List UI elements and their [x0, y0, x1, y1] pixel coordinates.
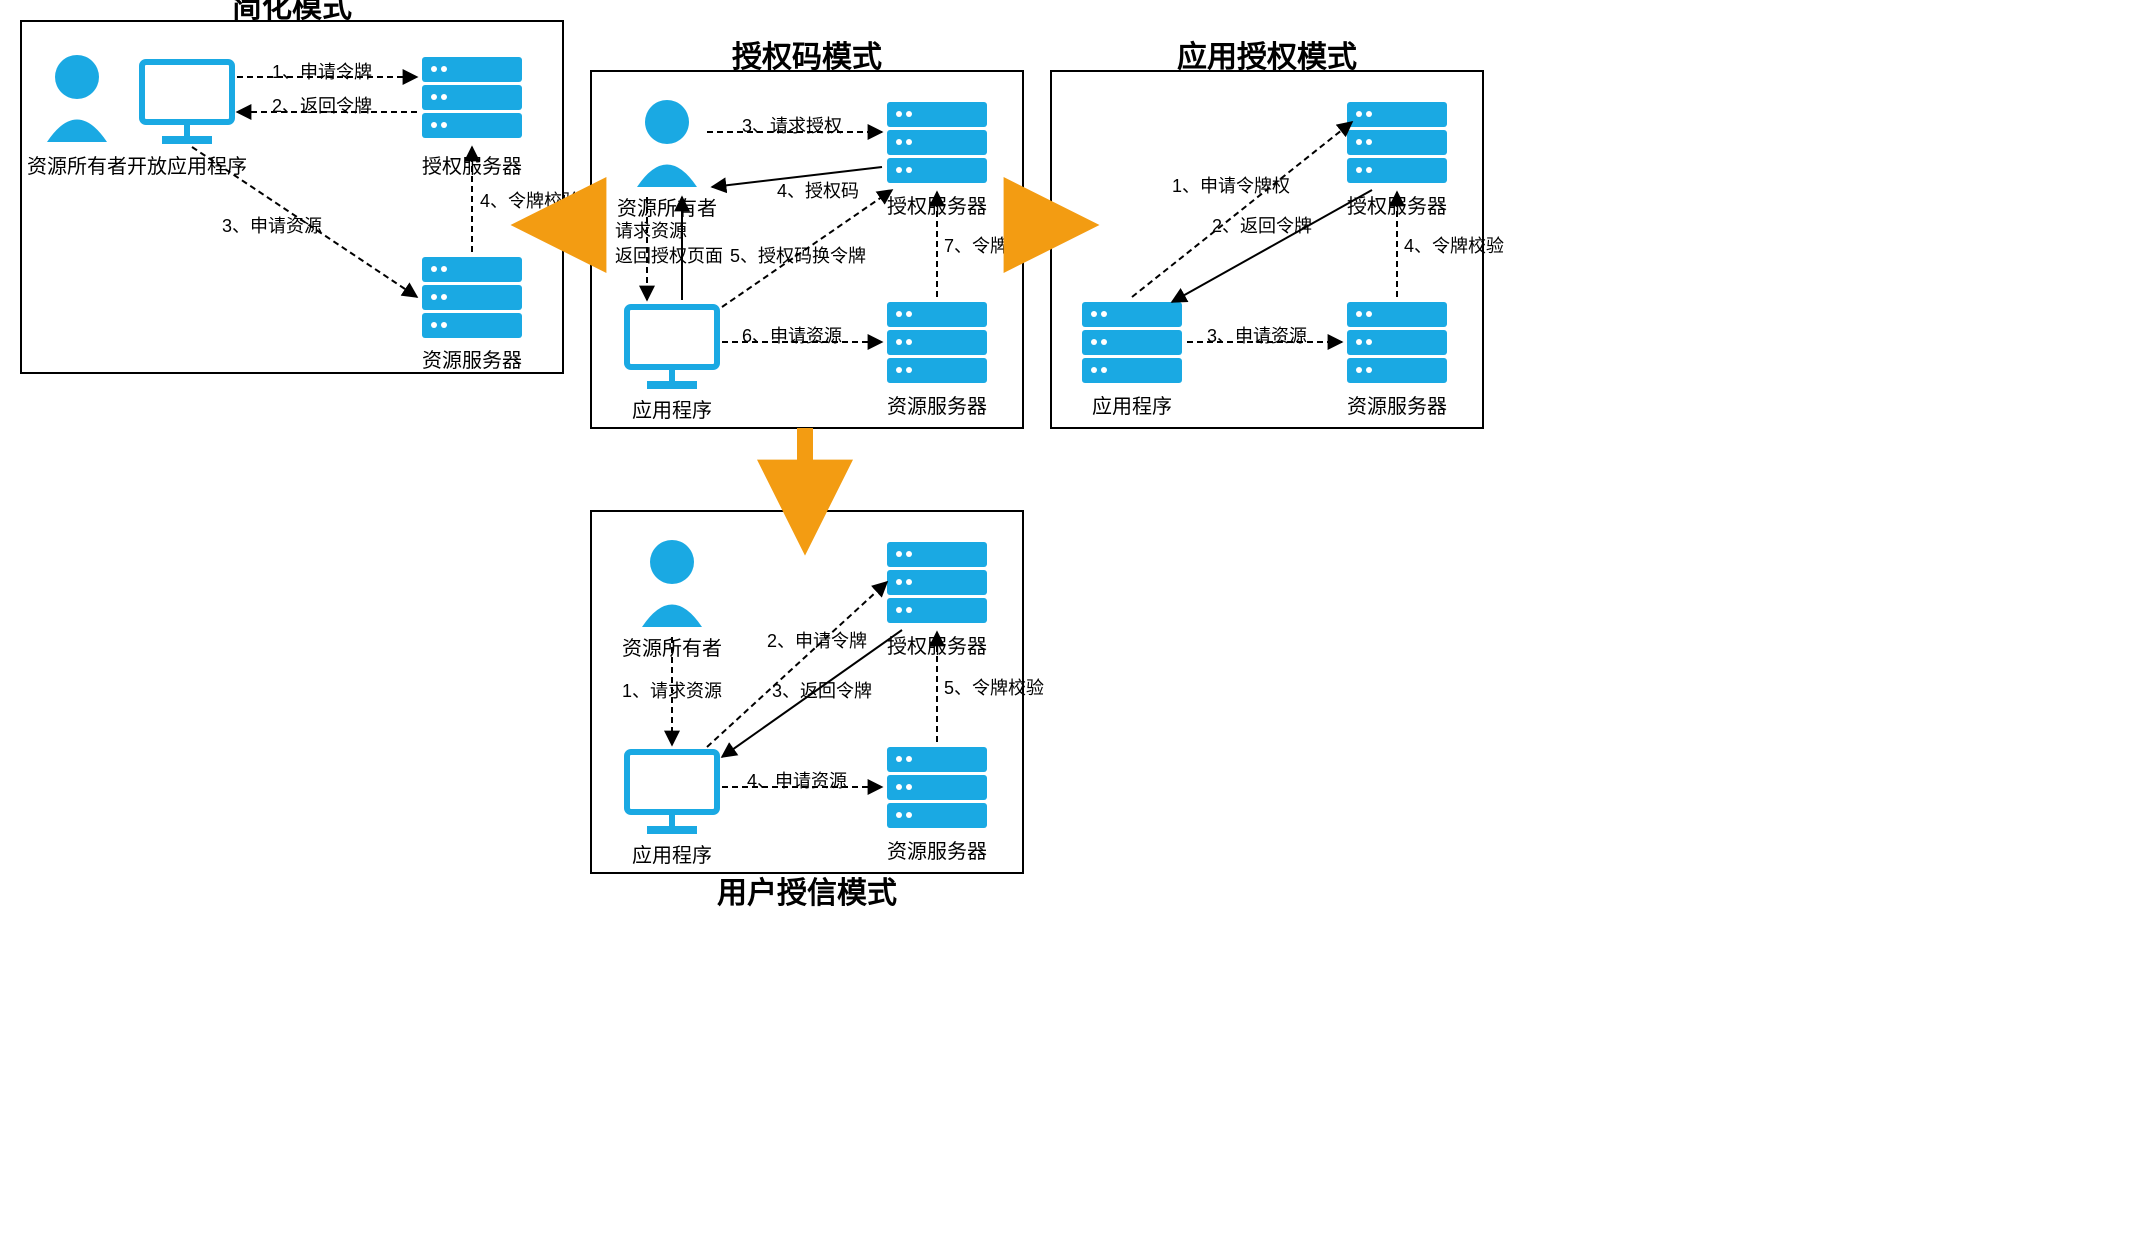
person-icon	[637, 100, 697, 187]
flow-a3: 3、请求授权	[742, 112, 842, 138]
panel-title-usercred: 用户授信模式	[592, 868, 1022, 912]
monitor-icon	[627, 752, 717, 830]
label-resource-owner: 资源所有者	[27, 150, 127, 179]
label-auth-server: 授权服务器	[887, 190, 987, 219]
flow-u5: 5、令牌校验	[944, 674, 1044, 700]
label-res-server: 资源服务器	[422, 344, 522, 373]
server-icon	[887, 302, 987, 383]
server-icon	[1082, 302, 1182, 383]
flow-u3: 3、返回令牌	[772, 677, 872, 703]
label-res-server: 资源服务器	[887, 835, 987, 864]
server-icon	[887, 102, 987, 183]
flow-a7: 7、令牌校验	[944, 232, 1044, 258]
panel-simplified: 简化模式	[20, 20, 564, 374]
label-app: 应用程序	[627, 839, 717, 868]
server-icon	[887, 747, 987, 828]
server-icon	[1347, 302, 1447, 383]
flow-u4: 4、申请资源	[747, 767, 847, 793]
person-icon	[642, 540, 702, 627]
label-auth-server: 授权服务器	[887, 630, 987, 659]
flow-a1: 1、请求资源	[587, 217, 687, 243]
flow-a5: 5、授权码换令牌	[730, 242, 866, 268]
flow-p2: 2、返回令牌	[1212, 212, 1312, 238]
flow-a4: 4、授权码	[777, 177, 859, 203]
server-icon	[422, 57, 522, 138]
panel-appauth: 应用授权模式	[1050, 70, 1484, 429]
flow-u1: 1、请求资源	[622, 677, 722, 703]
server-icon	[422, 257, 522, 338]
panel-usercred: 用户授信模式	[590, 510, 1024, 874]
flow-s3: 3、申请资源	[222, 212, 322, 238]
flow-p3: 3、申请资源	[1207, 322, 1307, 348]
flow-s4: 4、令牌校验	[480, 187, 580, 213]
label-app: 应用程序	[627, 394, 717, 423]
server-icon	[1347, 102, 1447, 183]
label-res-server: 资源服务器	[887, 390, 987, 419]
panel-title-appauth: 应用授权模式	[1052, 32, 1482, 76]
monitor-icon	[627, 307, 717, 385]
label-app: 应用程序	[1087, 390, 1177, 419]
person-icon	[47, 55, 107, 142]
flow-s1: 1、申请令牌	[272, 58, 372, 84]
diagram-canvas: 简化模式	[20, 20, 2136, 1235]
label-open-app: 开放应用程序	[127, 150, 247, 179]
flow-a2: 2、返回授权页面	[587, 242, 723, 268]
label-auth-server: 授权服务器	[422, 150, 522, 179]
panel-title-authcode: 授权码模式	[592, 32, 1022, 76]
flow-u2: 2、申请令牌	[767, 627, 867, 653]
label-resource-owner: 资源所有者	[622, 632, 722, 661]
flow-p1: 1、申请令牌权	[1172, 172, 1290, 198]
server-icon	[887, 542, 987, 623]
label-auth-server: 授权服务器	[1347, 190, 1447, 219]
panel-authcode: 授权码模式	[590, 70, 1024, 429]
flow-p4: 4、令牌校验	[1404, 232, 1504, 258]
flow-a6: 6、申请资源	[742, 322, 842, 348]
flow-s2: 2、返回令牌	[272, 92, 372, 118]
label-res-server: 资源服务器	[1347, 390, 1447, 419]
monitor-icon	[142, 62, 232, 140]
